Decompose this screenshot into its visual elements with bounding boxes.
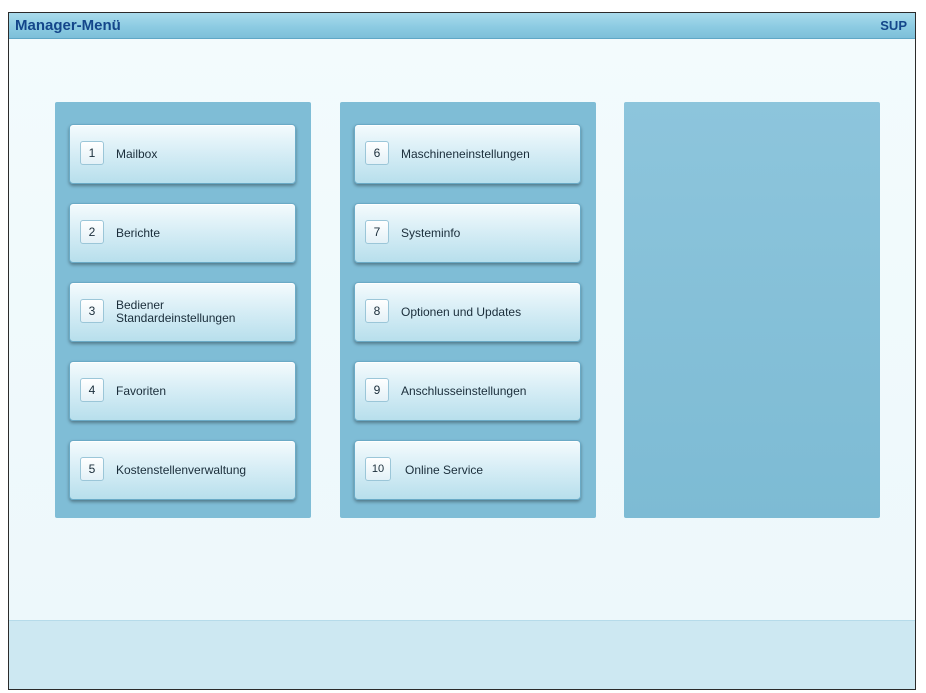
menu-number-badge: 2 [80,220,104,244]
menu-panel-middle: 6 Maschineneinstellungen 7 Systeminfo 8 … [340,102,596,518]
menu-item-label: Favoriten [116,383,167,398]
menu-item-label: Berichte [116,225,161,240]
footer-bar [9,620,915,689]
menu-item-label: Online Service [405,462,484,477]
anschlusseinstellungen-button[interactable]: 9 Anschlusseinstellungen [354,361,581,421]
menu-number-badge: 6 [365,141,389,165]
title-bar: Manager-Menü SUP [9,13,915,39]
menu-number-badge: 8 [365,299,389,323]
user-role-badge: SUP [880,18,907,33]
menu-number-badge: 3 [80,299,104,323]
menu-item-label: Bediener Standardeinstellungen [116,298,236,325]
mailbox-button[interactable]: 1 Mailbox [69,124,296,184]
menu-item-label: Optionen und Updates [401,304,522,319]
menu-number-badge: 9 [365,378,389,402]
menu-item-label: Maschineneinstellungen [401,146,530,161]
favoriten-button[interactable]: 4 Favoriten [69,361,296,421]
menu-number-badge: 4 [80,378,104,402]
page-title: Manager-Menü [15,17,121,34]
menu-item-label: Mailbox [116,146,158,161]
menu-item-label: Kostenstellenverwaltung [116,462,247,477]
menu-item-label: Anschlusseinstellungen [401,383,527,398]
maschineneinstellungen-button[interactable]: 6 Maschineneinstellungen [354,124,581,184]
menu-number-badge: 10 [365,457,391,481]
systeminfo-button[interactable]: 7 Systeminfo [354,203,581,263]
menu-panel-right-empty [624,102,880,518]
menu-panel-left: 1 Mailbox 2 Berichte 3 Bediener Standard… [55,102,311,518]
online-service-button[interactable]: 10 Online Service [354,440,581,500]
optionen-und-updates-button[interactable]: 8 Optionen und Updates [354,282,581,342]
menu-number-badge: 1 [80,141,104,165]
menu-number-badge: 7 [365,220,389,244]
manager-menu-screen: Manager-Menü SUP 1 Mailbox 2 Berichte 3 … [8,12,916,690]
berichte-button[interactable]: 2 Berichte [69,203,296,263]
kostenstellenverwaltung-button[interactable]: 5 Kostenstellenverwaltung [69,440,296,500]
bediener-standardeinstellungen-button[interactable]: 3 Bediener Standardeinstellungen [69,282,296,342]
menu-item-label: Systeminfo [401,225,461,240]
menu-content: 1 Mailbox 2 Berichte 3 Bediener Standard… [9,39,915,622]
menu-number-badge: 5 [80,457,104,481]
